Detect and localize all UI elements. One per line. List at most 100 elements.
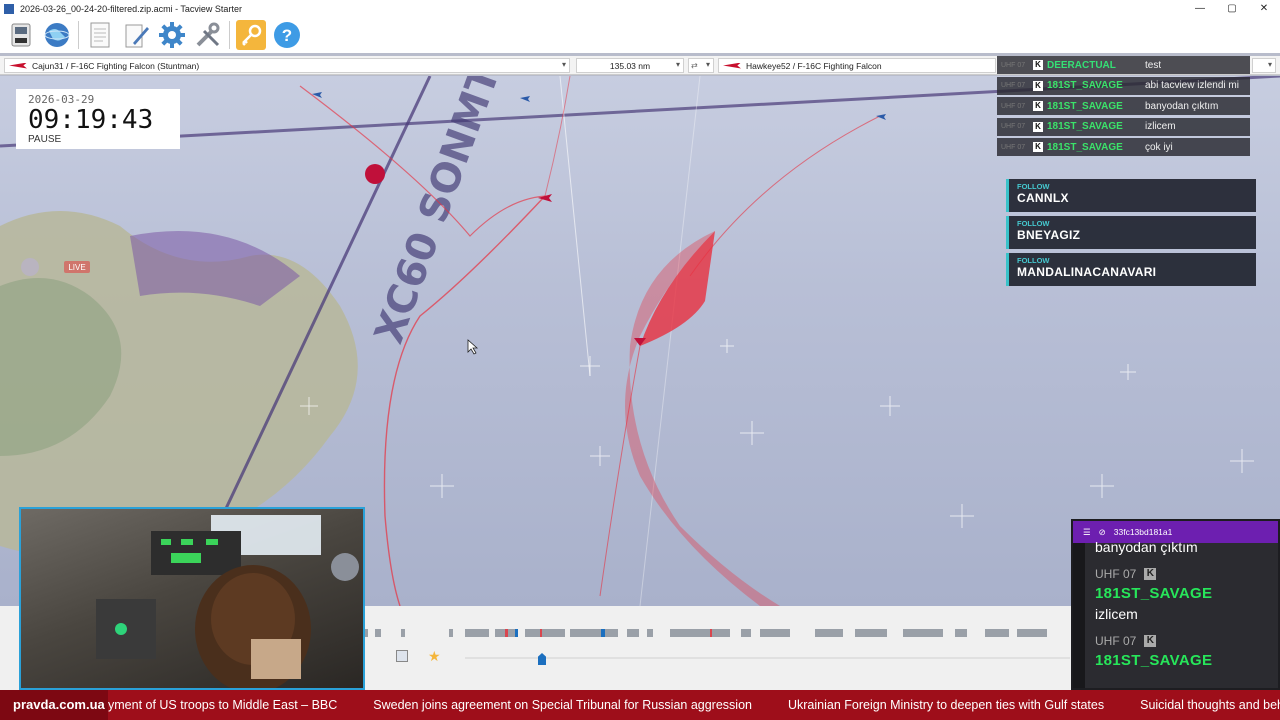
distance-field[interactable]: 135.03 nm ▾ bbox=[576, 58, 684, 73]
primary-object-label: Cajun31 / F-16C Fighting Falcon (Stuntma… bbox=[32, 60, 200, 71]
aircraft-marker[interactable] bbox=[520, 96, 530, 102]
chat-text: izlicem bbox=[1145, 121, 1176, 133]
help-icon: ? bbox=[274, 22, 300, 48]
chevron-down-icon: ▾ bbox=[561, 60, 566, 69]
follower-name: CANNLX bbox=[1017, 191, 1069, 205]
chat-dock-username: 181ST_SAVAGE bbox=[1095, 652, 1213, 669]
tacview-app-icon bbox=[4, 3, 14, 14]
toolbar-separator bbox=[229, 21, 230, 49]
channel-tag: UHF 07 bbox=[1001, 102, 1026, 110]
chat-text: test bbox=[1145, 59, 1162, 71]
swap-objects-button[interactable]: ⇄ ▾ bbox=[688, 58, 714, 73]
window-controls: — ▢ ✕ bbox=[1184, 0, 1280, 17]
live-avatar-icon bbox=[21, 258, 39, 276]
aircraft-icon bbox=[723, 62, 741, 69]
chat-message: UHF 07 K 181ST_SAVAGE izlicem bbox=[997, 117, 1250, 136]
swap-icon: ⇄ bbox=[691, 61, 698, 70]
open-file-button[interactable] bbox=[6, 20, 36, 50]
webcam-overlay bbox=[19, 507, 365, 690]
chevron-down-icon: ▾ bbox=[675, 60, 680, 69]
chat-overlay: UHF 07 K DEERACTUAL test UHF 07 K 181ST_… bbox=[997, 56, 1250, 159]
settings-button[interactable] bbox=[157, 20, 187, 50]
toolbar-separator bbox=[78, 21, 79, 49]
chat-dock-channel-tag: UHF 07 K bbox=[1095, 634, 1270, 648]
follow-alert: FOLLOW BNEYAGIZ bbox=[1006, 216, 1256, 249]
edit-button[interactable] bbox=[121, 20, 151, 50]
license-button[interactable] bbox=[236, 20, 266, 50]
ticker-headline: Suicidal thoughts and behaviour bbox=[1140, 698, 1280, 712]
maximize-button[interactable]: ▢ bbox=[1216, 0, 1248, 17]
secondary-dropdown[interactable]: ▾ bbox=[1252, 58, 1276, 73]
secondary-object-select[interactable]: Hawkeye52 / F-16C Fighting Falcon bbox=[718, 58, 996, 73]
chat-text: banyodan çıktım bbox=[1145, 100, 1219, 112]
chat-message: UHF 07 K 181ST_SAVAGE abi tacview izlend… bbox=[997, 76, 1250, 95]
svg-text:?: ? bbox=[282, 26, 292, 45]
chat-dock-body: banyodan çıktım UHF 07 K 181ST_SAVAGE iz… bbox=[1085, 539, 1278, 688]
map-ground-label: XC60 SONMT bbox=[366, 76, 509, 349]
secondary-object-label: Hawkeye52 / F-16C Fighting Falcon bbox=[746, 60, 882, 71]
menu-icon[interactable]: ☰ bbox=[1083, 527, 1091, 538]
channel-tag: UHF 07 bbox=[1001, 123, 1026, 131]
chat-text: çok iyi bbox=[1145, 141, 1173, 153]
aircraft-icon bbox=[9, 62, 27, 69]
airbase-marker[interactable] bbox=[365, 164, 385, 184]
chat-username: DEERACTUAL bbox=[1047, 59, 1116, 71]
globe-button[interactable] bbox=[42, 20, 72, 50]
ticker-headline: Ukrainian Foreign Ministry to deepen tie… bbox=[787, 698, 1105, 712]
chat-dock-top-message: banyodan çıktım bbox=[1095, 539, 1198, 555]
replay-clock: 2026-03-29 09:19:43 PAUSE bbox=[16, 89, 180, 149]
chat-username: 181ST_SAVAGE bbox=[1047, 121, 1123, 133]
webcam-feed-image bbox=[96, 515, 359, 688]
disk-icon bbox=[11, 23, 31, 47]
chat-dock-username: 181ST_SAVAGE bbox=[1095, 585, 1213, 602]
event-timeline-strip[interactable] bbox=[365, 629, 1070, 637]
kick-icon: K bbox=[1033, 101, 1043, 112]
bookmark-star-icon[interactable]: ★ bbox=[428, 648, 441, 665]
globe-icon bbox=[44, 23, 70, 47]
hand-cursor-icon bbox=[467, 339, 479, 355]
channel-name: UHF 07 bbox=[1095, 567, 1137, 581]
chat-dock-window: ☰ ⊘ 33fc13bd181a1 banyodan çıktım UHF 07… bbox=[1071, 519, 1280, 690]
tools-button[interactable] bbox=[193, 20, 223, 50]
view-mode-icon[interactable] bbox=[396, 650, 408, 662]
follow-alert: FOLLOW CANNLX bbox=[1006, 179, 1256, 212]
live-badge-text: LIVE bbox=[68, 263, 85, 272]
kick-icon: K bbox=[1033, 142, 1043, 153]
kick-icon: K bbox=[1033, 80, 1043, 91]
minimize-button[interactable]: — bbox=[1184, 0, 1216, 17]
ticker-headline: yment of US troops to Middle East – BBC bbox=[108, 698, 338, 712]
follow-alert: FOLLOW MANDALINACANAVARI bbox=[1006, 253, 1256, 286]
gear-icon bbox=[159, 22, 185, 48]
channel-tag: UHF 07 bbox=[1001, 143, 1026, 151]
aircraft-marker[interactable] bbox=[312, 92, 322, 98]
document-icon bbox=[90, 22, 110, 48]
kick-icon: K bbox=[1033, 60, 1043, 70]
pencil-icon bbox=[125, 24, 149, 48]
chat-message: UHF 07 K 181ST_SAVAGE banyodan çıktım bbox=[997, 97, 1250, 116]
chat-username: 181ST_SAVAGE bbox=[1047, 80, 1123, 92]
help-button[interactable]: ? bbox=[272, 20, 302, 50]
follow-label: FOLLOW bbox=[1017, 256, 1050, 265]
chat-dock-channel: 33fc13bd181a1 bbox=[1113, 527, 1173, 537]
primary-object-select[interactable]: Cajun31 / F-16C Fighting Falcon (Stuntma… bbox=[4, 58, 570, 73]
chat-username: 181ST_SAVAGE bbox=[1047, 100, 1123, 112]
channel-name: UHF 07 bbox=[1095, 634, 1137, 648]
follow-label: FOLLOW bbox=[1017, 182, 1050, 191]
distance-value: 135.03 nm bbox=[609, 60, 651, 71]
document-button[interactable] bbox=[85, 20, 115, 50]
kick-icon: K bbox=[1033, 121, 1043, 132]
playback-slider-track[interactable] bbox=[465, 657, 1070, 659]
chat-text: abi tacview izlendi mi bbox=[1145, 80, 1239, 92]
main-toolbar: ? bbox=[0, 17, 1280, 53]
key-icon bbox=[242, 24, 262, 46]
window-title: 2026-03-26_00-24-20-filtered.zip.acmi - … bbox=[20, 3, 242, 14]
clock-time: 09:19:43 bbox=[28, 105, 154, 135]
follow-label: FOLLOW bbox=[1017, 219, 1050, 228]
hidden-icon[interactable]: ⊘ bbox=[1099, 527, 1106, 538]
kick-icon: K bbox=[1144, 635, 1157, 647]
channel-tag: UHF 07 bbox=[1001, 61, 1026, 69]
window-title-bar: 2026-03-26_00-24-20-filtered.zip.acmi - … bbox=[0, 0, 1280, 17]
close-button[interactable]: ✕ bbox=[1248, 0, 1280, 17]
tools-icon bbox=[196, 22, 220, 47]
follower-name: MANDALINACANAVARI bbox=[1017, 265, 1157, 279]
